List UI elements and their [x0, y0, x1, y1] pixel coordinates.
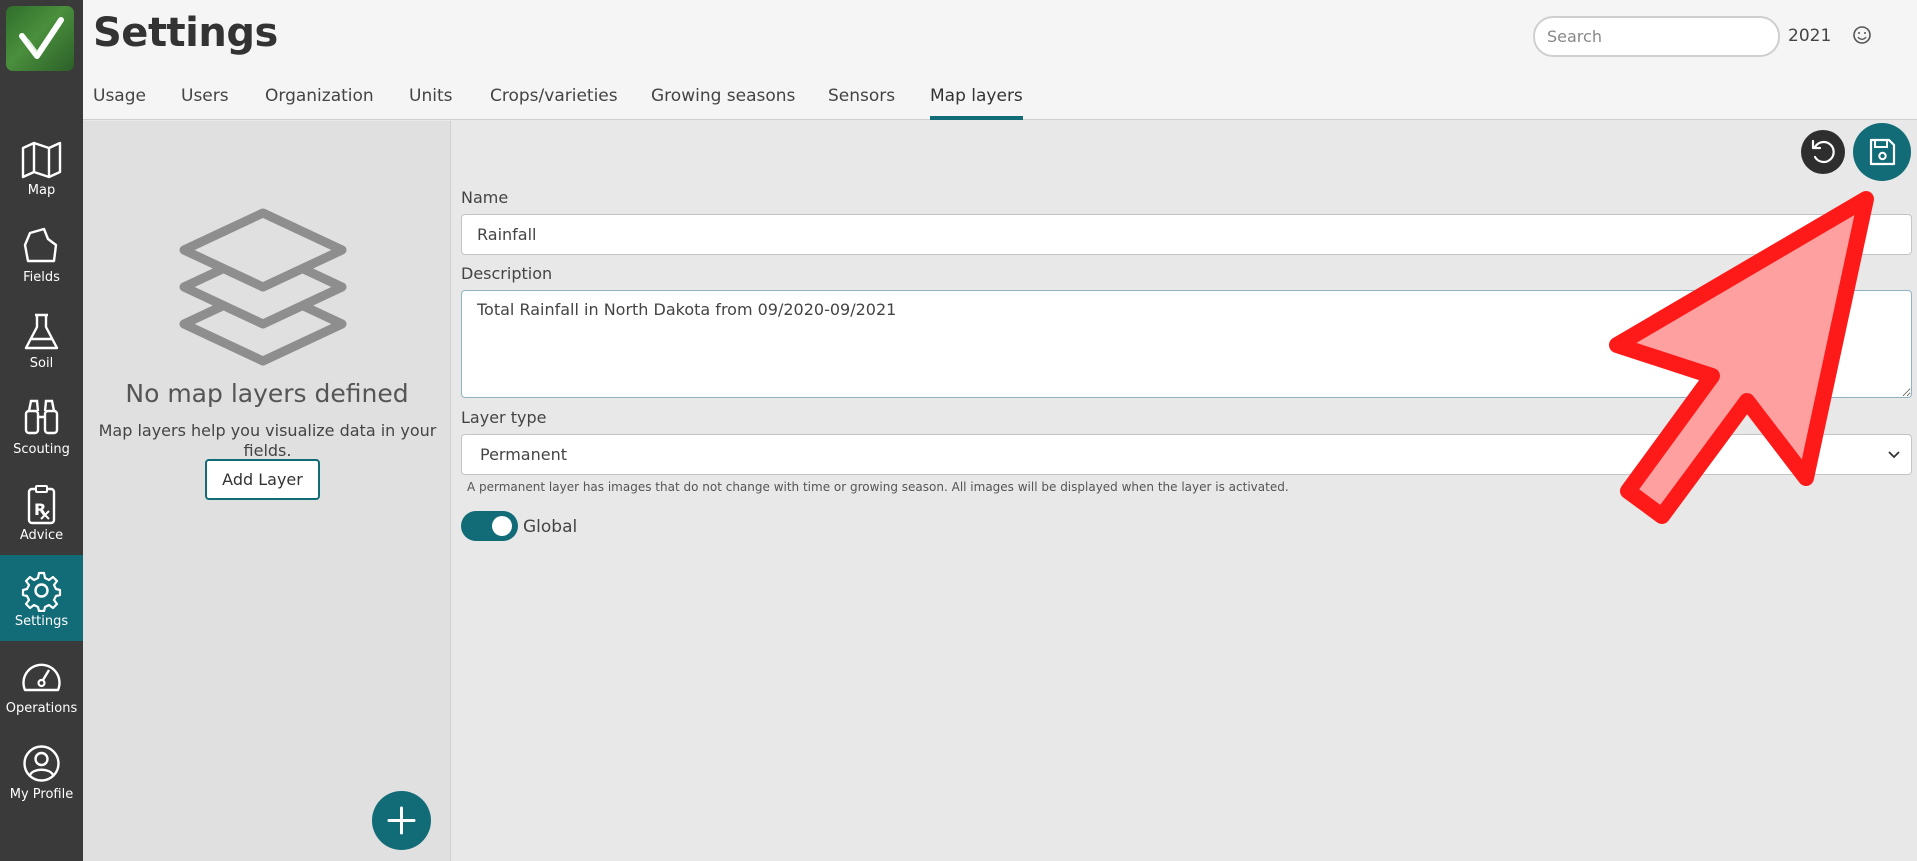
prescription-icon: R — [27, 485, 56, 525]
save-button[interactable] — [1853, 123, 1911, 181]
layer-type-help-text: A permanent layer has images that do not… — [467, 480, 1289, 494]
nav-item-soil[interactable]: Soil — [0, 297, 83, 383]
nav-item-my-profile[interactable]: My Profile — [0, 728, 83, 814]
tab-units[interactable]: Units — [409, 86, 452, 120]
tab-sensors[interactable]: Sensors — [828, 86, 895, 120]
nav-label: Settings — [14, 614, 69, 629]
save-icon — [1869, 138, 1896, 166]
app-logo[interactable] — [6, 6, 74, 71]
page-header: Settings 2021 Usage Users Organization U… — [83, 0, 1917, 120]
global-toggle[interactable] — [461, 511, 518, 541]
name-label: Name — [461, 188, 509, 207]
add-layer-button[interactable]: Add Layer — [205, 459, 320, 500]
tab-growing-seasons[interactable]: Growing seasons — [651, 86, 795, 120]
add-button[interactable] — [372, 791, 431, 850]
nav-item-fields[interactable]: Fields — [0, 211, 83, 297]
tab-usage[interactable]: Usage — [93, 86, 146, 120]
tab-map-layers[interactable]: Map layers — [930, 86, 1023, 120]
nav-label: Scouting — [13, 442, 70, 457]
nav-label: Advice — [19, 528, 64, 543]
layers-icon — [179, 208, 347, 366]
left-nav: Map Fields Soil Scouting R Advice Settin… — [0, 0, 83, 861]
nav-item-settings[interactable]: Settings — [0, 555, 83, 641]
nav-label: Operations — [5, 701, 78, 716]
nav-label: My Profile — [9, 787, 74, 802]
binoculars-icon — [24, 399, 59, 435]
nav-label: Map — [27, 183, 56, 198]
tab-crops-varieties[interactable]: Crops/varieties — [490, 86, 618, 120]
map-icon — [21, 141, 62, 179]
global-toggle-label: Global — [523, 517, 578, 537]
empty-state-description: Map layers help you visualize data in yo… — [98, 421, 437, 460]
nav-item-operations[interactable]: Operations — [0, 642, 83, 728]
season-year[interactable]: 2021 — [1788, 26, 1831, 46]
toggle-knob — [492, 516, 512, 536]
gauge-icon — [22, 663, 61, 692]
empty-state-title: No map layers defined — [125, 379, 409, 408]
description-textarea[interactable] — [461, 290, 1912, 398]
smiley-feedback-icon[interactable] — [1851, 24, 1873, 46]
map-layers-list-panel: No map layers defined Map layers help yo… — [83, 121, 451, 861]
search-input[interactable] — [1533, 16, 1780, 57]
nav-label: Fields — [23, 270, 60, 285]
tab-organization[interactable]: Organization — [265, 86, 374, 120]
chevron-down-icon — [1888, 451, 1900, 459]
layer-type-select[interactable]: Permanent — [461, 434, 1912, 475]
undo-icon — [1811, 139, 1835, 164]
tab-users[interactable]: Users — [181, 86, 229, 120]
user-circle-icon — [23, 745, 60, 782]
layer-type-value: Permanent — [480, 445, 568, 464]
gear-icon — [21, 571, 62, 612]
flask-icon — [24, 313, 59, 350]
page-title: Settings — [93, 10, 278, 56]
nav-item-map[interactable]: Map — [0, 124, 83, 210]
description-label: Description — [461, 264, 553, 283]
field-icon — [23, 227, 58, 263]
undo-button[interactable] — [1801, 130, 1845, 174]
map-layer-form: Name Description Layer type Permanent A … — [451, 121, 1917, 861]
plus-icon — [387, 806, 416, 835]
nav-item-advice[interactable]: R Advice — [0, 469, 83, 555]
nav-label: Soil — [29, 356, 54, 371]
nav-item-scouting[interactable]: Scouting — [0, 383, 83, 469]
name-input[interactable] — [461, 214, 1912, 255]
layer-type-label: Layer type — [461, 408, 547, 427]
